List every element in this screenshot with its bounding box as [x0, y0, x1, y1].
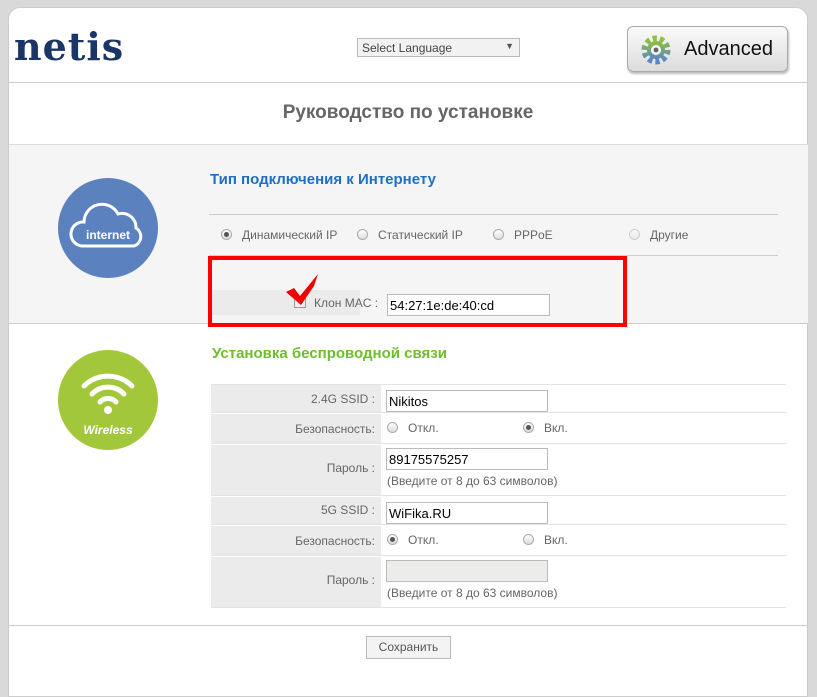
security24-row: Безопасность:	[211, 414, 786, 444]
page-title: Руководство по установке	[282, 102, 534, 123]
highlight-box	[208, 256, 627, 327]
radio-label: Другие	[650, 228, 689, 242]
divider	[209, 214, 778, 215]
netis-logo: netis	[14, 24, 125, 69]
radio-label: Вкл.	[544, 421, 568, 435]
radio-dynamic-ip[interactable]	[221, 229, 232, 240]
advanced-label: Advanced	[684, 38, 773, 60]
radio-label: Статический IP	[378, 228, 463, 242]
divider	[9, 625, 808, 626]
password-hint: (Введите от 8 до 63 символов)	[387, 474, 558, 488]
password24-label: Пароль :	[211, 445, 381, 495]
security5-row: Безопасность:	[211, 526, 786, 556]
security5-on-radio[interactable]	[523, 534, 534, 545]
radio-label: Откл.	[408, 533, 439, 547]
wireless-icon: Wireless	[58, 350, 158, 450]
radio-other[interactable]	[629, 229, 640, 240]
language-select-value: Select Language	[362, 41, 453, 55]
divider	[9, 82, 808, 83]
security24-label: Безопасность:	[211, 414, 381, 443]
radio-label: PPPoE	[514, 228, 553, 242]
password24-input[interactable]: 89175575257	[386, 448, 548, 470]
internet-heading: Тип подключения к Интернету	[210, 171, 436, 188]
password5-label: Пароль :	[211, 557, 381, 607]
radio-label: Откл.	[408, 421, 439, 435]
advanced-button[interactable]: Advanced	[627, 26, 788, 72]
security5-off-radio[interactable]	[387, 534, 398, 545]
ssid5-label: 5G SSID :	[211, 497, 381, 524]
radio-label: Вкл.	[544, 533, 568, 547]
dropdown-arrow-icon: ▼	[505, 41, 514, 51]
wireless-heading: Установка беспроводной связи	[212, 345, 447, 362]
internet-icon-label: internet	[85, 228, 130, 242]
wireless-icon-label: Wireless	[83, 423, 133, 437]
ssid24-input[interactable]: Nikitos	[386, 390, 548, 412]
password5-input[interactable]	[386, 560, 548, 582]
security24-off-radio[interactable]	[387, 422, 398, 433]
radio-static-ip[interactable]	[357, 229, 368, 240]
ssid24-label: 2.4G SSID :	[211, 385, 381, 412]
ssid5-input[interactable]: WiFika.RU	[386, 502, 548, 524]
security5-label: Безопасность:	[211, 526, 381, 555]
password-hint: (Введите от 8 до 63 символов)	[387, 586, 558, 600]
security24-on-radio[interactable]	[523, 422, 534, 433]
language-select[interactable]: Select Language ▼	[357, 38, 520, 57]
radio-pppoe[interactable]	[493, 229, 504, 240]
internet-icon: internet	[58, 178, 158, 278]
radio-label: Динамический IP	[242, 228, 338, 242]
gear-icon	[641, 35, 671, 65]
save-button[interactable]: Сохранить	[366, 636, 451, 659]
